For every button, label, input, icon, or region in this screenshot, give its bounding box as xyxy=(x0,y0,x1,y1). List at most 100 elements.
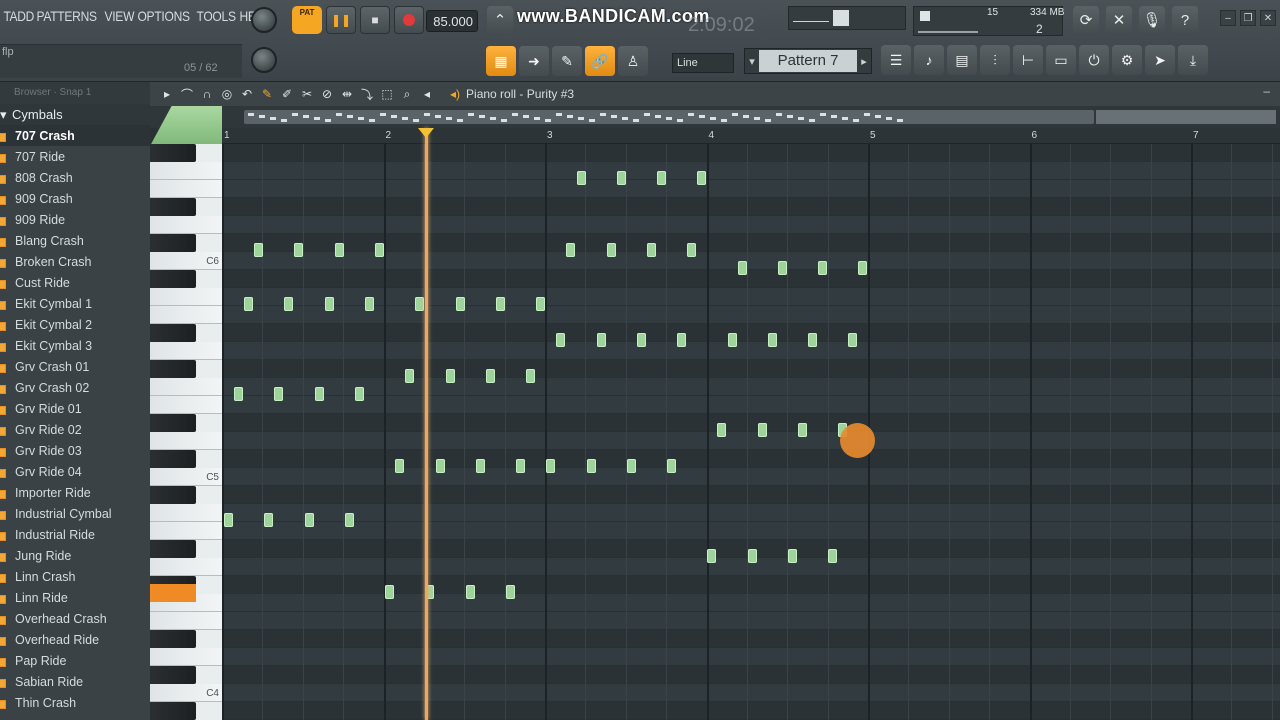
piano-black-key[interactable] xyxy=(150,450,196,468)
piano-white-key[interactable] xyxy=(150,342,222,360)
pattern-strip-handle[interactable] xyxy=(150,106,222,146)
speaker-icon[interactable]: ◂ xyxy=(418,85,436,103)
project-view-button[interactable]: ▭ xyxy=(1046,45,1076,75)
midi-note[interactable] xyxy=(305,513,314,527)
midi-note[interactable] xyxy=(677,333,686,347)
stamp-icon[interactable]: ◎ xyxy=(218,85,236,103)
piano-black-key[interactable] xyxy=(150,486,196,504)
piano-white-key[interactable] xyxy=(150,396,222,414)
midi-note[interactable] xyxy=(284,297,293,311)
stop-button[interactable]: ■ xyxy=(360,6,390,34)
plugin-button[interactable]: ⏻ xyxy=(1079,45,1109,75)
browser-item[interactable]: Sabian Ride xyxy=(0,671,150,692)
midi-note[interactable] xyxy=(224,513,233,527)
browser-item[interactable]: 707 Crash xyxy=(0,125,150,146)
midi-note[interactable] xyxy=(456,297,465,311)
browser-view-button[interactable]: ⊢ xyxy=(1013,45,1043,75)
midi-note[interactable] xyxy=(315,387,324,401)
piano-white-key[interactable] xyxy=(150,612,222,630)
piano-black-key[interactable] xyxy=(150,198,196,216)
tempo-display[interactable]: 85.000 xyxy=(426,10,478,32)
browser-item[interactable]: Grv Crash 02 xyxy=(0,377,150,398)
midi-note[interactable] xyxy=(395,459,404,473)
midi-note[interactable] xyxy=(385,585,394,599)
menu-arrow-icon[interactable]: ▸ xyxy=(158,85,176,103)
next-button[interactable]: ➜ xyxy=(519,46,549,76)
browser-item[interactable]: Ekit Cymbal 3 xyxy=(0,335,150,356)
browser-item[interactable]: Importer Ride xyxy=(0,482,150,503)
chevron-right-icon[interactable]: ▸ xyxy=(857,55,871,68)
midi-note[interactable] xyxy=(234,387,243,401)
midi-note[interactable] xyxy=(748,549,757,563)
mixer-view-button[interactable]: ⫶ xyxy=(980,45,1010,75)
midi-note[interactable] xyxy=(607,243,616,257)
zoom-icon[interactable]: ⌕ xyxy=(398,85,416,103)
browser-item[interactable]: Linn Crash xyxy=(0,566,150,587)
midi-note[interactable] xyxy=(486,369,495,383)
piano-black-key[interactable] xyxy=(150,414,196,432)
piano-white-key[interactable] xyxy=(150,378,222,396)
horizontal-scrollbar[interactable] xyxy=(1096,110,1276,124)
midi-note[interactable] xyxy=(335,243,344,257)
send-button[interactable]: ➤ xyxy=(1145,45,1175,75)
midi-note[interactable] xyxy=(516,459,525,473)
browser-item[interactable]: 909 Ride xyxy=(0,209,150,230)
browser-item[interactable]: Thin Crash xyxy=(0,692,150,713)
midi-note[interactable] xyxy=(375,243,384,257)
browser-folder-cymbals[interactable]: ▾ Cymbals xyxy=(0,104,150,125)
playhead-marker[interactable] xyxy=(418,128,434,138)
midi-note[interactable] xyxy=(415,297,424,311)
play-button[interactable]: ❚❚ xyxy=(326,6,356,34)
piano-black-key[interactable] xyxy=(150,234,196,252)
midi-note[interactable] xyxy=(828,549,837,563)
channel-rack-view-button[interactable]: ▤ xyxy=(947,45,977,75)
master-volume-knob[interactable] xyxy=(251,7,277,33)
piano-black-key[interactable] xyxy=(150,702,196,720)
record-button[interactable] xyxy=(394,6,424,34)
midi-note[interactable] xyxy=(657,171,666,185)
browser-item[interactable]: Grv Ride 02 xyxy=(0,419,150,440)
piano-black-key[interactable] xyxy=(150,144,196,162)
midi-note[interactable] xyxy=(707,549,716,563)
midi-note[interactable] xyxy=(496,297,505,311)
browser-item[interactable]: Overhead Ride xyxy=(0,629,150,650)
piano-white-key[interactable] xyxy=(150,180,222,198)
piano-black-key[interactable] xyxy=(150,360,196,378)
piano-black-key[interactable] xyxy=(150,540,196,558)
piano-keyboard[interactable]: C6 C5 C4 xyxy=(150,144,222,720)
midi-note[interactable] xyxy=(597,333,606,347)
maximize-icon[interactable]: ❐ xyxy=(1240,10,1256,26)
tools-button[interactable]: ✕ xyxy=(1106,6,1132,34)
browser-item[interactable]: Pap Ride xyxy=(0,650,150,671)
piano-key-highlighted[interactable] xyxy=(150,584,196,602)
refresh-button[interactable]: ⟳ xyxy=(1073,6,1099,34)
midi-note[interactable] xyxy=(244,297,253,311)
midi-note[interactable] xyxy=(687,243,696,257)
pattern-overview[interactable] xyxy=(244,110,1094,124)
piano-white-key[interactable] xyxy=(150,522,222,540)
piano-black-key[interactable] xyxy=(150,270,196,288)
midi-note[interactable] xyxy=(627,459,636,473)
note-grid[interactable] xyxy=(222,144,1280,720)
browser-item[interactable]: Linn Ride xyxy=(0,587,150,608)
midi-note[interactable] xyxy=(637,333,646,347)
slice-icon[interactable]: ⤵ xyxy=(358,85,376,103)
midi-note[interactable] xyxy=(738,261,747,275)
midi-note[interactable] xyxy=(808,333,817,347)
link-shortcut[interactable]: 🔗 xyxy=(585,46,615,76)
midi-note[interactable] xyxy=(536,297,545,311)
menu-view[interactable]: VIEW xyxy=(101,8,138,30)
playlist-shortcut[interactable]: ▦ xyxy=(486,46,516,76)
record-audio-button[interactable]: 🎙 xyxy=(1139,6,1165,34)
delete-icon[interactable]: ✂ xyxy=(298,85,316,103)
midi-note[interactable] xyxy=(274,387,283,401)
piano-white-key[interactable] xyxy=(150,504,222,522)
midi-note[interactable] xyxy=(848,333,857,347)
midi-note[interactable] xyxy=(355,387,364,401)
midi-note[interactable] xyxy=(858,261,867,275)
browser-item[interactable]: Grv Crash 01 xyxy=(0,356,150,377)
chevron-left-icon[interactable]: ▾ xyxy=(745,55,759,68)
midi-note[interactable] xyxy=(365,297,374,311)
metronome-button[interactable]: ⌃ xyxy=(487,6,513,34)
magnet-icon[interactable]: ⌒ xyxy=(178,85,196,103)
